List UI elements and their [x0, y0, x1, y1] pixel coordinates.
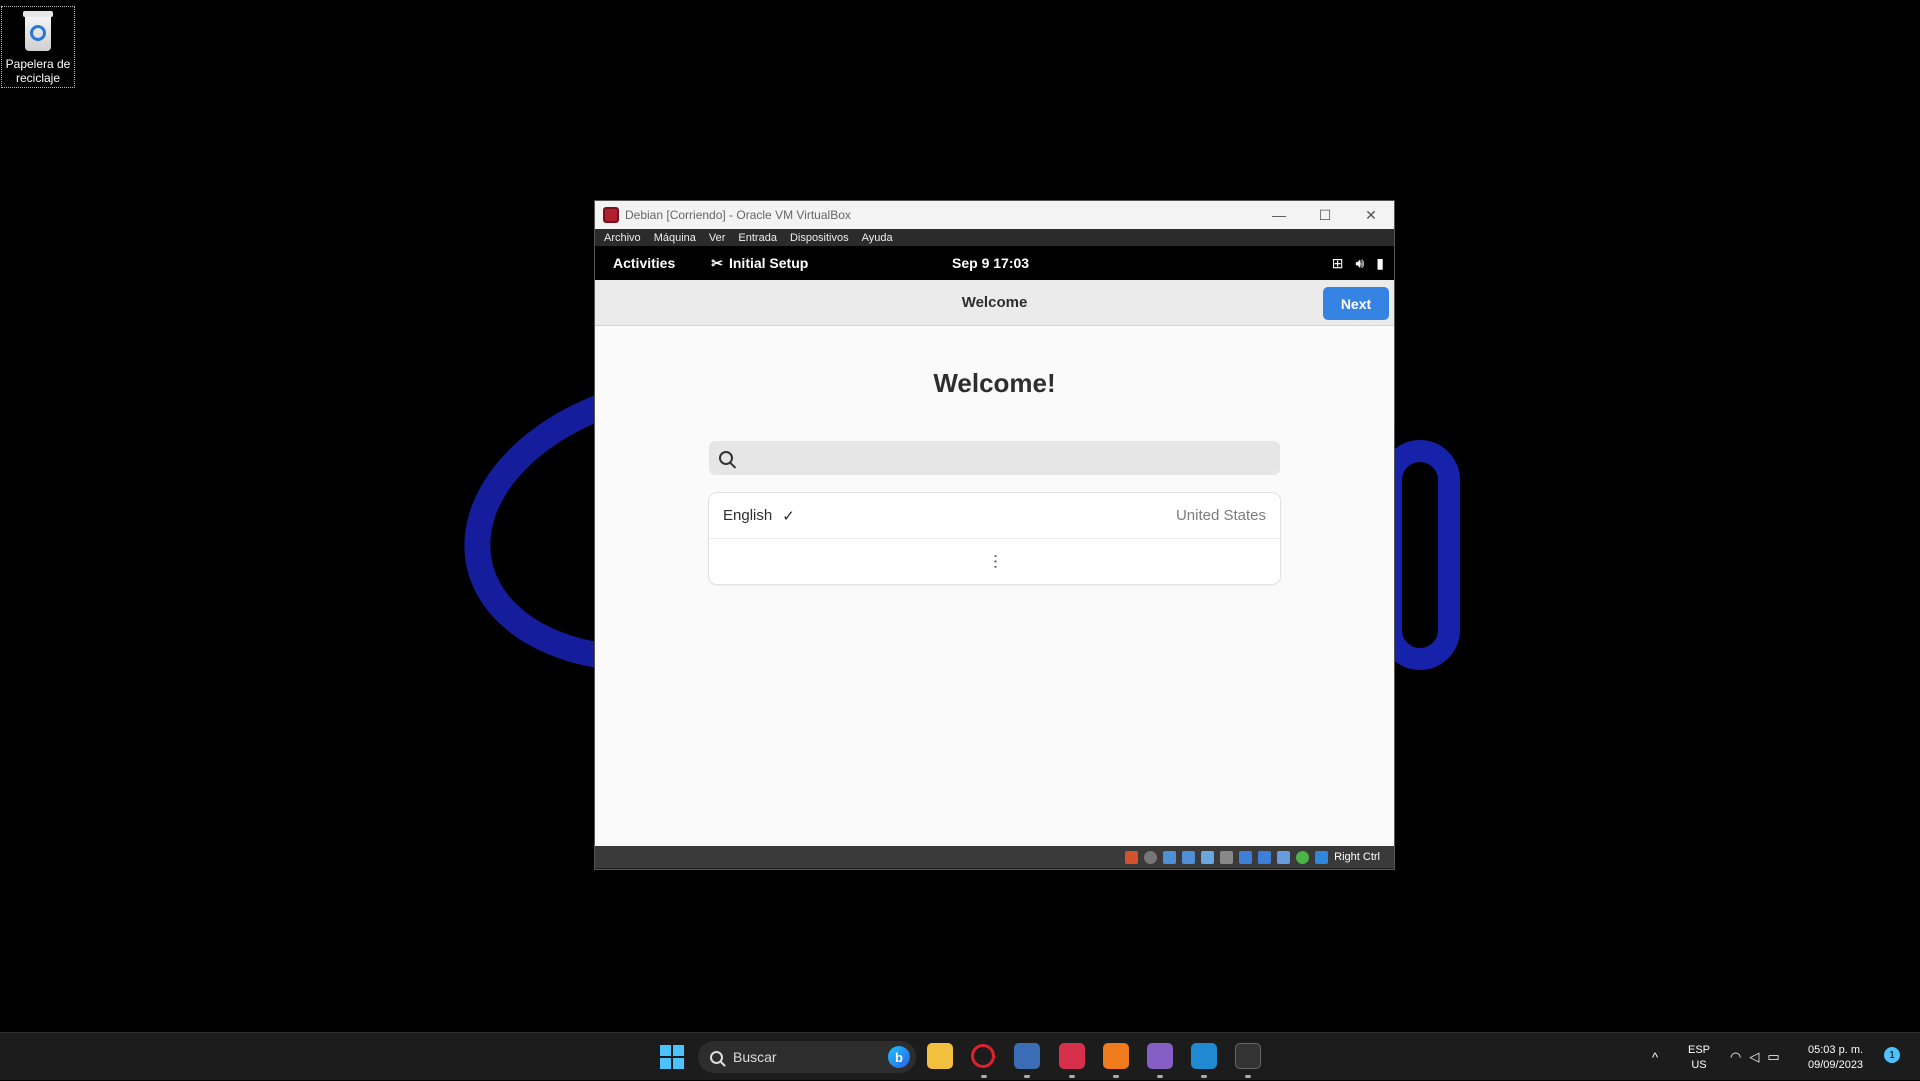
guest-additions-icon[interactable]: [1296, 850, 1310, 864]
language-name: English: [723, 507, 773, 524]
desktop: Papelera de reciclaje Debian [Corriendo]…: [0, 0, 1920, 1032]
app-menu-label: Initial Setup: [728, 255, 809, 271]
quick-settings[interactable]: ◠ ◁ ▭: [1730, 1033, 1780, 1081]
windows-logo-icon: [660, 1045, 671, 1056]
menu-archivo[interactable]: Archivo: [604, 232, 641, 244]
app-menu[interactable]: ✂ Initial Setup: [711, 255, 808, 272]
display-icon[interactable]: [1239, 850, 1253, 864]
network-icon: ⊞: [1331, 254, 1344, 271]
bing-icon[interactable]: b: [888, 1046, 910, 1068]
running-indicator: [1157, 1075, 1163, 1078]
start-button[interactable]: [660, 1045, 684, 1069]
menu-maquina[interactable]: Máquina: [654, 232, 696, 244]
shared-folders-icon[interactable]: [1220, 850, 1234, 864]
virtualbox-app-icon: [603, 207, 619, 223]
search-icon: [710, 1050, 723, 1064]
system-tray[interactable]: ⊞ 🔊︎ ▮: [1332, 255, 1384, 272]
recycle-bin-icon: [20, 11, 56, 53]
visual-studio-icon[interactable]: [1147, 1043, 1173, 1069]
hard-disk-icon[interactable]: [1125, 850, 1139, 864]
virtualbox-titlebar[interactable]: Debian [Corriendo] - Oracle VM VirtualBo…: [595, 201, 1394, 229]
more-icon: ⋯: [986, 553, 1004, 570]
clock[interactable]: Sep 9 17:03: [952, 255, 1029, 271]
show-hidden-icons-button[interactable]: ^: [1652, 1033, 1658, 1081]
close-button[interactable]: ✕: [1348, 201, 1394, 229]
search-icon: [719, 451, 733, 465]
running-indicator: [1024, 1075, 1030, 1078]
opera-icon[interactable]: [971, 1044, 995, 1068]
keyboard-layout: US: [1691, 1059, 1707, 1071]
date: 09/09/2023: [1808, 1059, 1864, 1071]
running-indicator: [981, 1075, 987, 1078]
volume-icon: 🔊︎: [1355, 254, 1365, 271]
taskbar-clock[interactable]: 05:03 p. m. 09/09/2023: [1808, 1043, 1863, 1073]
activities-button[interactable]: Activities: [613, 255, 675, 271]
running-indicator: [1245, 1075, 1251, 1078]
recording-icon[interactable]: [1258, 850, 1272, 864]
time: 05:03 p. m.: [1808, 1044, 1864, 1056]
menu-ayuda[interactable]: Ayuda: [862, 232, 893, 244]
windows-taskbar: Buscar b ^ ESP US ◠ ◁ ▭ 05:03 p. m. 09/0…: [0, 1032, 1920, 1080]
wifi-icon: ◠: [1730, 1049, 1742, 1064]
recycle-bin-desktop-icon[interactable]: Papelera de reciclaje: [1, 6, 75, 88]
host-key-icon[interactable]: [1315, 850, 1329, 864]
minimize-button[interactable]: —: [1256, 201, 1302, 229]
menu-dispositivos[interactable]: Dispositivos: [790, 232, 849, 244]
running-indicator: [1201, 1075, 1207, 1078]
vscode-icon[interactable]: [1191, 1043, 1217, 1069]
language-code: ESP: [1688, 1044, 1711, 1056]
setup-header-title: Welcome: [961, 294, 1028, 311]
maximize-button[interactable]: ☐: [1302, 201, 1348, 229]
terminal-icon[interactable]: [1235, 1043, 1261, 1069]
gnome-top-bar: Activities ✂ Initial Setup Sep 9 17:03 ⊞…: [595, 246, 1394, 280]
taskbar-search[interactable]: Buscar b: [698, 1041, 916, 1073]
setup-header: Welcome Next: [595, 280, 1394, 326]
usb-icon[interactable]: [1201, 850, 1215, 864]
next-button[interactable]: Next: [1323, 287, 1389, 320]
virtualbox-window: Debian [Corriendo] - Oracle VM VirtualBo…: [594, 200, 1395, 870]
cpu-icon[interactable]: [1277, 850, 1291, 864]
check-icon: ✓: [782, 507, 795, 525]
list-item[interactable]: English ✓ United States: [709, 493, 1280, 539]
running-indicator: [1069, 1075, 1075, 1078]
page-title: Welcome!: [933, 368, 1056, 398]
running-indicator: [1113, 1075, 1119, 1078]
menu-ver[interactable]: Ver: [709, 232, 726, 244]
host-key-label: Right Ctrl: [1334, 851, 1380, 863]
taskbar-search-label: Buscar: [733, 1049, 777, 1065]
virtualbox-statusbar: Right Ctrl: [595, 846, 1394, 868]
more-languages-row[interactable]: ⋯: [709, 539, 1280, 584]
menu-entrada[interactable]: Entrada: [738, 232, 777, 244]
language-region: United States: [1175, 507, 1266, 524]
optical-drive-icon[interactable]: [1144, 850, 1158, 864]
battery-icon: ▮: [1376, 254, 1384, 271]
keyboard-language[interactable]: ESP US: [1688, 1043, 1710, 1073]
audio-icon[interactable]: [1163, 850, 1177, 864]
setup-content: Welcome! English ✓ United States ⋯: [595, 326, 1394, 846]
language-search[interactable]: [709, 441, 1280, 475]
debian-icon[interactable]: [1059, 1043, 1085, 1069]
virtualbox-icon[interactable]: [1014, 1043, 1040, 1069]
network-adapter-icon[interactable]: [1182, 850, 1196, 864]
search-input[interactable]: [741, 450, 1280, 466]
recycle-bin-label: Papelera de reciclaje: [5, 57, 71, 85]
volume-icon: ◁: [1749, 1049, 1760, 1064]
notification-badge[interactable]: 1: [1884, 1047, 1900, 1063]
tools-icon: ✂: [711, 254, 723, 271]
battery-icon: ▭: [1767, 1049, 1780, 1064]
xampp-icon[interactable]: [1103, 1043, 1129, 1069]
window-title: Debian [Corriendo] - Oracle VM VirtualBo…: [625, 208, 851, 222]
language-list: English ✓ United States ⋯: [709, 493, 1280, 584]
file-explorer-icon[interactable]: [927, 1043, 953, 1069]
virtualbox-menubar: Archivo Máquina Ver Entrada Dispositivos…: [595, 229, 1394, 246]
